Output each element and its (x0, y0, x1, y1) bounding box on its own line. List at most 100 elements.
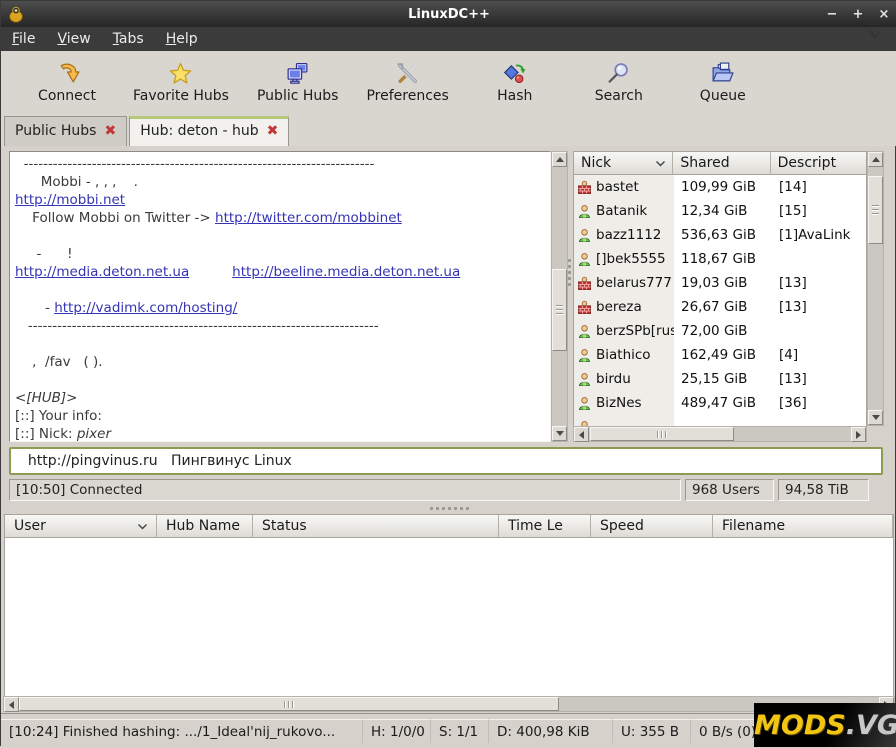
userlist-hscroll-thumb[interactable] (590, 427, 734, 441)
arrow-right-icon (856, 431, 861, 439)
chat-text: - ! (15, 246, 73, 262)
tab-close-icon[interactable]: ✖ (104, 124, 116, 138)
hub-statusbar: [10:50] Connected 968 Users 94,58 TiB (9, 479, 883, 501)
transfers-hscroll-thumb[interactable] (19, 697, 559, 711)
chat-link[interactable]: http://beeline.media.deton.net.ua (232, 264, 460, 280)
chat-link[interactable]: http://media.deton.net.ua (15, 264, 189, 280)
userlist-row[interactable]: Biathico162,49 GiB[4] (574, 343, 866, 367)
chat-link[interactable]: http://vadimk.com/hosting/ (54, 300, 237, 316)
toolbar-favorite-hubs-button[interactable]: Favorite Hubs (119, 57, 243, 108)
firewall-user-icon (577, 300, 592, 315)
transfers-list[interactable] (4, 538, 894, 696)
userlist-row[interactable]: BizNes489,47 GiB[36] (574, 391, 866, 415)
user-nick: bastet (596, 179, 639, 195)
chat-log[interactable]: ----------------------------------------… (9, 151, 551, 442)
app-window: LinuxDC++ − + × FileViewTabsHelp Connect… (0, 0, 896, 746)
chat-text: [::] Your info: (15, 408, 102, 424)
chat-line: Follow Mobbi on Twitter -> http://twitte… (15, 209, 545, 227)
userlist-column-descript[interactable]: Descript (771, 152, 866, 174)
userlist-scroll-right-button[interactable] (851, 427, 866, 442)
search-icon (606, 61, 631, 88)
user-shared: 12,34 GiB (674, 203, 772, 219)
close-button[interactable]: × (877, 7, 891, 22)
arrow-down-icon (556, 431, 564, 436)
userlist-row[interactable]: berzSPb[rus72,00 GiB (574, 319, 866, 343)
toolbar-preferences-button[interactable]: Preferences (352, 57, 462, 108)
chat-link[interactable]: http://twitter.com/mobbinet (215, 210, 402, 226)
transfers-column-speed[interactable]: Speed (591, 515, 713, 537)
column-label: Hub Name (166, 518, 240, 534)
chat-line: , /fav ( ). (15, 353, 545, 371)
userlist-column-nick[interactable]: Nick (574, 152, 673, 174)
column-label: Time Le (508, 518, 563, 534)
user-nick: Batanik (596, 203, 647, 219)
hash-icon (502, 61, 527, 88)
userlist-row[interactable]: Batanik12,34 GiB[15] (574, 199, 866, 223)
toolbar-hash-button[interactable]: Hash (463, 57, 567, 108)
chat-scroll-thumb[interactable] (552, 269, 567, 351)
menu-file[interactable]: File (1, 29, 46, 49)
toolbar-connect-button[interactable]: Connect (15, 57, 119, 108)
tab-close-icon[interactable]: ✖ (267, 124, 279, 138)
toolbar-public-hubs-button[interactable]: Public Hubs (243, 57, 352, 108)
userlist-scroll-thumb[interactable] (868, 176, 883, 244)
userlist-scroll-left-button[interactable] (574, 427, 589, 442)
public-hubs-icon (285, 61, 310, 88)
chat-scroll-up-button[interactable] (552, 152, 567, 167)
menu-view[interactable]: View (46, 29, 101, 49)
chat-text: , /fav ( ). (15, 354, 103, 370)
chat-line: http://media.deton.net.ua http://beeline… (15, 263, 545, 281)
minimize-button[interactable]: − (825, 7, 839, 22)
tab-hub-deton-hub[interactable]: Hub: deton - hub✖ (129, 116, 289, 146)
userlist-row[interactable]: belarus77719,03 GiB[13] (574, 271, 866, 295)
userlist-row[interactable] (574, 415, 866, 426)
toolbar-label: Connect (38, 88, 96, 104)
user-shared: 26,67 GiB (674, 299, 772, 315)
transfers-column-status[interactable]: Status (253, 515, 499, 537)
transfers-scroll-left-button[interactable] (4, 697, 19, 712)
toolbar-label: Queue (700, 88, 746, 104)
chat-text: <[HUB]> (15, 390, 77, 406)
tab-public-hubs[interactable]: Public Hubs✖ (4, 116, 127, 146)
userlist-scroll-up-button[interactable] (868, 152, 883, 167)
user-nick-cell: belarus777 (574, 271, 674, 295)
user-nick-cell: Biathico (574, 343, 674, 367)
toolbar-overflow-button[interactable] (863, 23, 887, 45)
userlist-row[interactable]: bereza26,67 GiB[13] (574, 295, 866, 319)
userlist-row[interactable]: birdu25,15 GiB[13] (574, 367, 866, 391)
toolbar: Connect Favorite Hubs Public HubsPreferenc… (1, 51, 896, 113)
user-icon (577, 372, 592, 387)
column-label: Nick (581, 155, 611, 171)
chat-text: ----------------------------------------… (15, 318, 379, 334)
userlist-column-shared[interactable]: Shared (673, 152, 770, 174)
transfers-column-hub-name[interactable]: Hub Name (157, 515, 253, 537)
transfers-column-time-le[interactable]: Time Le (499, 515, 591, 537)
userlist-scroll-down-button[interactable] (868, 410, 883, 425)
toolbar-label: Search (595, 88, 643, 104)
user-nick: belarus777 (596, 275, 672, 291)
user-shared: 25,15 GiB (674, 371, 772, 387)
chat-link[interactable]: http://mobbi.net (15, 192, 125, 208)
menu-tabs[interactable]: Tabs (102, 29, 155, 49)
userlist-row[interactable]: []bek5555118,67 GiB (574, 247, 866, 271)
userlist-row[interactable]: bastet109,99 GiB[14] (574, 175, 866, 199)
chat-input[interactable]: http://pingvinus.ru Пингвинус Linux (9, 447, 883, 475)
menu-help[interactable]: Help (155, 29, 209, 49)
userlist[interactable]: bastet109,99 GiB[14]Batanik12,34 GiB[15]… (573, 175, 867, 426)
chat-userlist-splitter[interactable] (567, 259, 572, 317)
transfers-column-filename[interactable]: Filename (713, 515, 893, 537)
toolbar-search-button[interactable]: Search (567, 57, 671, 108)
chat-text (189, 264, 232, 280)
chat-scroll-down-button[interactable] (552, 426, 567, 441)
sort-indicator-icon (137, 518, 148, 534)
userlist-row[interactable]: bazz1112536,63 GiB[1]AvaLink (574, 223, 866, 247)
toolbar-label: Favorite Hubs (133, 88, 229, 104)
mods-vg-watermark: MODS.VG (754, 703, 896, 747)
main-pane-splitter[interactable] (421, 505, 477, 512)
transfers-column-user[interactable]: User (5, 515, 157, 537)
hub-connection-status: [10:50] Connected (9, 479, 681, 501)
hub-user-count: 968 Users (685, 479, 774, 501)
maximize-button[interactable]: + (851, 7, 865, 22)
preferences-icon (395, 61, 420, 88)
toolbar-queue-button[interactable]: Queue (671, 57, 775, 108)
